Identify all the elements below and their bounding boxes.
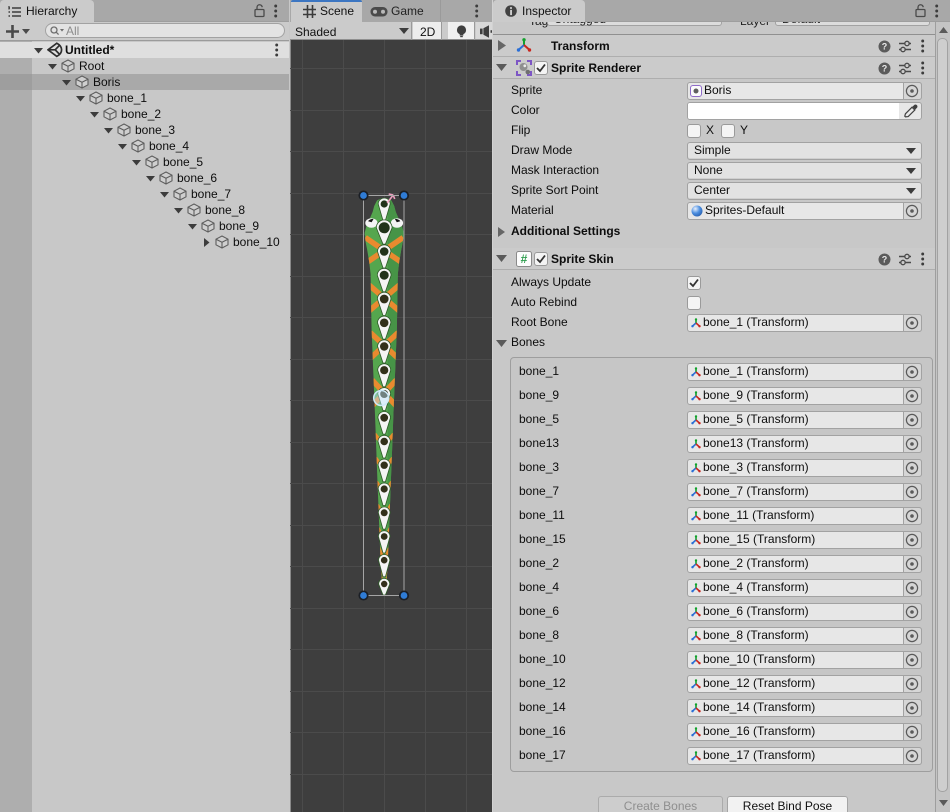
svg-text:?: ? <box>882 255 888 265</box>
svg-text:#: # <box>521 252 528 266</box>
svg-text:?: ? <box>882 42 888 52</box>
svg-text:?: ? <box>882 64 888 74</box>
